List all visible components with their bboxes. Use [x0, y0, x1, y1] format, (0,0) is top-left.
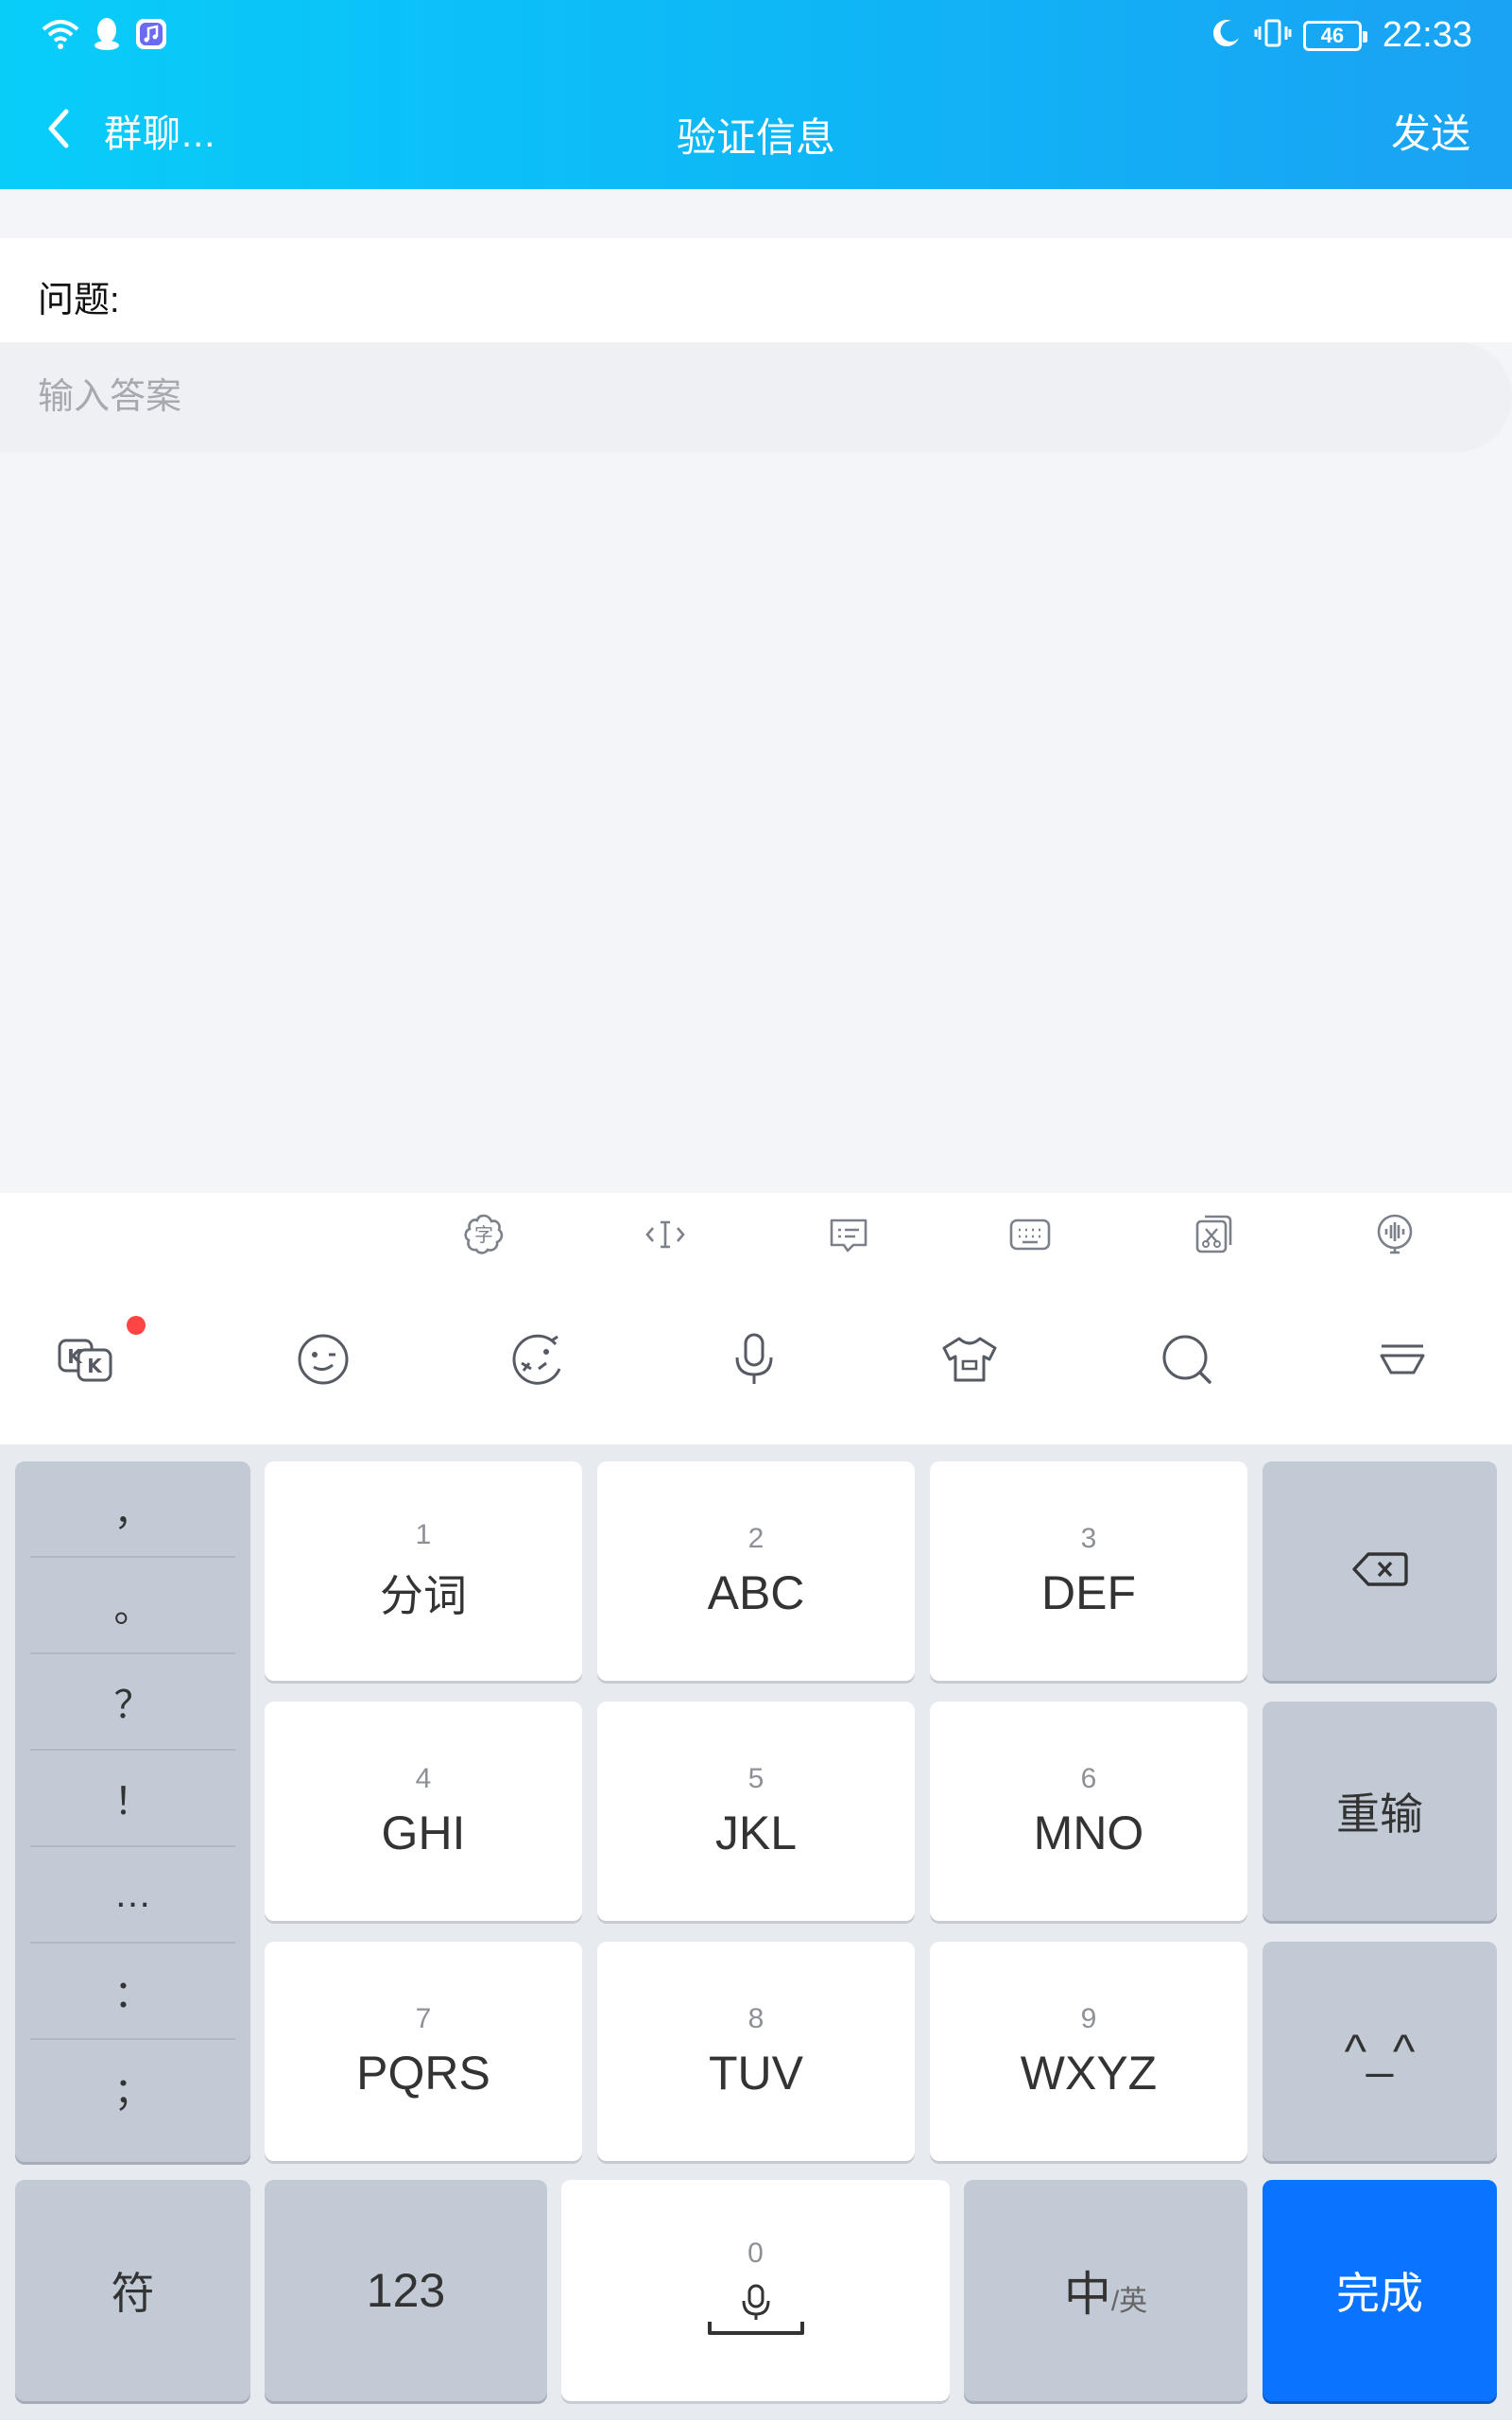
symbol-key[interactable]: 符 — [15, 2180, 250, 2401]
wifi-icon — [42, 18, 79, 55]
notification-dot — [127, 1316, 146, 1335]
tshirt-skin-icon[interactable] — [936, 1325, 1004, 1393]
key-label: PQRS — [356, 2047, 490, 2100]
key-number: 7 — [415, 2003, 432, 2034]
lang-main: 中 — [1063, 2268, 1111, 2321]
key-number: 3 — [1080, 1523, 1097, 1554]
reinput-key[interactable]: 重输 — [1263, 1702, 1497, 1921]
keyboard-icon[interactable] — [998, 1202, 1062, 1267]
vibrate-icon — [1254, 17, 1292, 54]
key-8-tuv[interactable]: 8 TUV — [597, 1942, 915, 2161]
key-number: 0 — [747, 2237, 764, 2269]
text-cursor-icon[interactable] — [633, 1202, 697, 1267]
punct-key[interactable]: ： — [30, 1944, 235, 2040]
key-label: TUV — [709, 2047, 803, 2100]
language-switch-key[interactable]: 中/英 — [964, 2180, 1247, 2401]
key-1-segment[interactable]: 1 分词 — [265, 1461, 582, 1681]
key-label: 分词 — [380, 1571, 467, 1620]
emoticon-key[interactable]: ^_^ — [1263, 1942, 1497, 2161]
space-mic-icon — [704, 2284, 808, 2345]
question-row: 问题: — [0, 238, 1512, 342]
key-label: MNO — [1033, 1806, 1144, 1859]
punct-key[interactable]: … — [30, 1847, 235, 1944]
key-number: 5 — [747, 1763, 765, 1794]
page-title: 验证信息 — [676, 115, 835, 160]
app-header: 46 22:33 群聊... 验证信息 发送 — [0, 0, 1512, 189]
answer-input[interactable] — [38, 371, 1361, 424]
key-4-ghi[interactable]: 4 GHI — [265, 1702, 582, 1921]
microphone-icon[interactable] — [720, 1325, 788, 1393]
key-7-pqrs[interactable]: 7 PQRS — [265, 1942, 582, 2161]
punct-key[interactable]: ？ — [30, 1654, 235, 1751]
key-label: GHI — [381, 1806, 466, 1859]
punct-key[interactable]: ！ — [30, 1751, 235, 1847]
key-label: ABC — [707, 1566, 805, 1619]
lang-alt: /英 — [1110, 2286, 1148, 2317]
key-label: DEF — [1041, 1566, 1136, 1619]
battery-indicator: 46 — [1302, 20, 1367, 51]
punct-key[interactable]: ； — [30, 2040, 235, 2136]
keyboard-toolbar: 字 KK — [0, 1193, 1512, 1444]
svg-text:字: 字 — [474, 1223, 493, 1246]
pacman-emoji-icon[interactable] — [505, 1325, 573, 1393]
key-label: JKL — [714, 1806, 798, 1859]
nav-bar: 群聊... 验证信息 发送 — [0, 85, 1512, 176]
flower-char-icon[interactable]: 字 — [452, 1202, 516, 1267]
answer-row[interactable] — [0, 342, 1512, 452]
send-button[interactable]: 发送 — [1391, 102, 1470, 160]
scissors-icon[interactable] — [1181, 1202, 1246, 1267]
key-label: 符 — [111, 2269, 155, 2318]
key-number: 1 — [415, 1519, 432, 1550]
emoji-icon[interactable] — [289, 1325, 357, 1393]
search-icon[interactable] — [1153, 1325, 1221, 1393]
key-number: 6 — [1080, 1763, 1097, 1794]
numeric-key[interactable]: 123 — [265, 2180, 547, 2401]
key-number: 9 — [1080, 2003, 1097, 2034]
key-2-abc[interactable]: 2 ABC — [597, 1461, 915, 1681]
key-number: 4 — [415, 1763, 432, 1794]
punct-key[interactable]: 。 — [30, 1558, 235, 1654]
moon-icon — [1211, 17, 1243, 54]
question-label: 问题: — [38, 281, 120, 320]
music-app-icon — [134, 17, 168, 56]
backspace-icon — [1351, 1550, 1408, 1593]
done-button[interactable]: 完成 — [1263, 2180, 1497, 2401]
status-bar: 46 22:33 — [0, 0, 1512, 68]
qq-icon — [93, 17, 121, 56]
key-3-def[interactable]: 3 DEF — [930, 1461, 1247, 1681]
key-5-jkl[interactable]: 5 JKL — [597, 1702, 915, 1921]
key-label: ^_^ — [1344, 2025, 1416, 2078]
status-time: 22:33 — [1382, 15, 1472, 55]
svg-text:K: K — [87, 1355, 103, 1377]
status-bar-left — [42, 17, 168, 56]
language-switch-label: 中/英 — [1064, 2256, 1147, 2325]
hide-keyboard-icon[interactable] — [1368, 1325, 1436, 1393]
key-label: 完成 — [1336, 2269, 1423, 2318]
svg-text:K: K — [67, 1345, 83, 1368]
punctuation-column[interactable]: ， 。 ？ ！ … ： ； — [15, 1461, 250, 2162]
key-number: 8 — [747, 2003, 765, 2034]
clipboard-list-icon[interactable] — [816, 1202, 881, 1267]
kk-logo-icon[interactable]: KK — [49, 1325, 125, 1393]
key-label: 重输 — [1336, 1789, 1423, 1839]
status-bar-right: 46 22:33 — [1211, 15, 1472, 56]
backspace-key[interactable] — [1263, 1461, 1497, 1681]
space-zero-key[interactable]: 0 — [561, 2180, 950, 2401]
key-label: WXYZ — [1020, 2047, 1158, 2100]
key-label: 123 — [366, 2264, 446, 2317]
voice-globe-icon[interactable] — [1363, 1202, 1427, 1267]
key-9-wxyz[interactable]: 9 WXYZ — [930, 1942, 1247, 2161]
key-6-mno[interactable]: 6 MNO — [930, 1702, 1247, 1921]
punct-key[interactable]: ， — [30, 1461, 235, 1558]
key-number: 2 — [747, 1523, 765, 1554]
